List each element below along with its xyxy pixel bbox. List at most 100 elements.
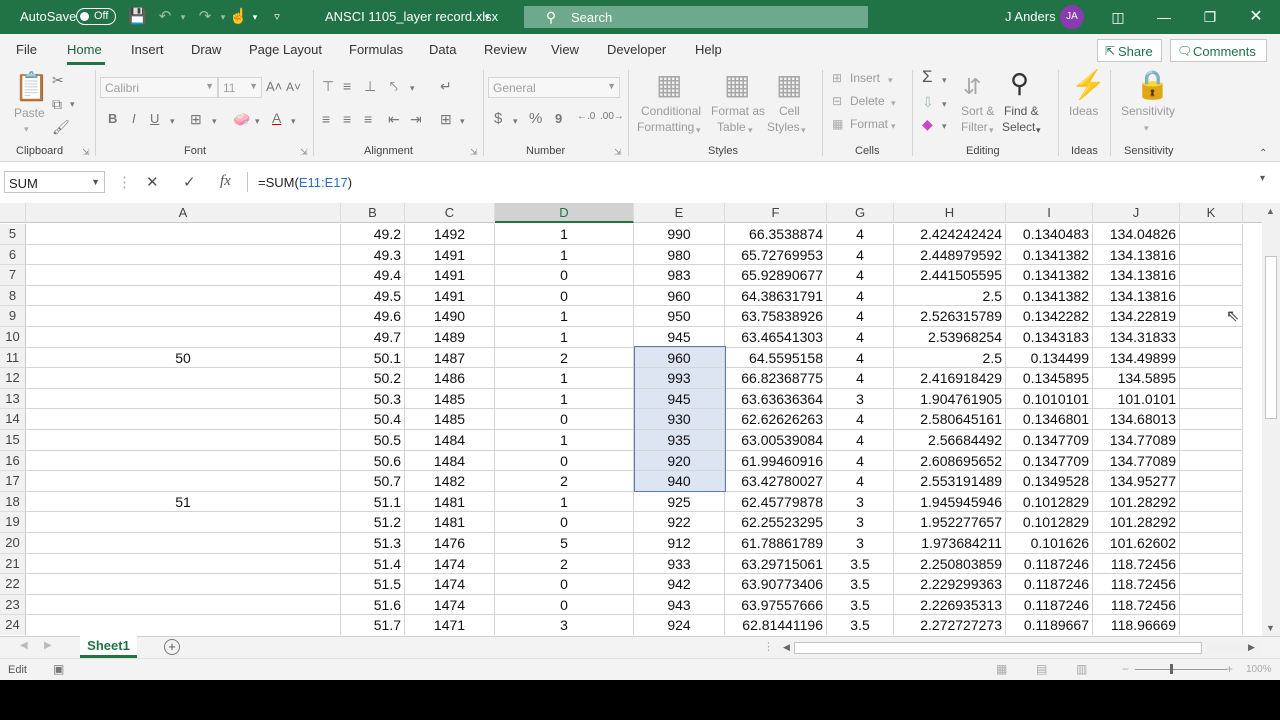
cell-g10[interactable]: 4 <box>827 327 894 348</box>
column-header-i[interactable]: I <box>1006 203 1093 223</box>
cell-k7[interactable] <box>1180 265 1243 286</box>
touch-mode-dropdown-icon[interactable]: ▾ <box>246 8 264 26</box>
cell-c12[interactable]: 1486 <box>405 368 495 389</box>
cell-a7[interactable] <box>26 265 341 286</box>
font-launcher-icon[interactable]: ⇲ <box>300 147 308 158</box>
fill-dropdown-icon[interactable]: ▾ <box>942 96 947 112</box>
customize-toolbar-icon[interactable]: ▿ <box>268 8 286 26</box>
orientation-dropdown-icon[interactable]: ▾ <box>410 80 415 96</box>
cell-k6[interactable] <box>1180 244 1243 266</box>
cell-k14[interactable] <box>1180 409 1243 430</box>
cell-b10[interactable]: 49.7 <box>341 327 405 348</box>
cell-b15[interactable]: 50.5 <box>341 430 405 451</box>
redo-icon[interactable]: ↷ <box>196 8 214 26</box>
wrap-text-icon[interactable]: ↵ <box>440 78 452 94</box>
cell-b14[interactable]: 50.4 <box>341 409 405 430</box>
orientation-icon[interactable]: ⤣ <box>390 78 398 94</box>
cell-i7[interactable]: 0.1341382 <box>1006 265 1093 286</box>
cell-h15[interactable]: 2.56684492 <box>894 430 1006 451</box>
italic-icon[interactable]: I <box>132 111 136 127</box>
cell-e9[interactable]: 950 <box>634 306 725 327</box>
cell-k20[interactable] <box>1180 533 1243 554</box>
restore-icon[interactable]: ❐ <box>1198 6 1222 28</box>
cell-k19[interactable] <box>1180 512 1243 533</box>
cell-j10[interactable]: 134.31833 <box>1093 327 1180 348</box>
copy-icon[interactable]: ⧉ <box>52 96 62 112</box>
cell-e14[interactable]: 930 <box>634 409 725 430</box>
cell-b19[interactable]: 51.2 <box>341 512 405 533</box>
column-header-a[interactable]: A <box>26 203 341 223</box>
cell-b12[interactable]: 50.2 <box>341 368 405 389</box>
chevron-down-icon[interactable]: ▾ <box>1144 120 1149 136</box>
sort-filter-icon[interactable]: ⇵ <box>963 72 981 102</box>
currency-dropdown-icon[interactable]: ▾ <box>513 113 518 129</box>
cell-f21[interactable]: 63.29715061 <box>725 553 827 575</box>
cell-h17[interactable]: 2.553191489 <box>894 471 1006 492</box>
vertical-scroll-thumb[interactable] <box>1265 256 1277 419</box>
cell-d9[interactable]: 1 <box>495 306 634 327</box>
paste-icon[interactable]: 📋 <box>14 72 49 102</box>
cell-c23[interactable]: 1474 <box>405 594 495 616</box>
column-header-j[interactable]: J <box>1093 203 1180 223</box>
cell-a13[interactable] <box>26 388 341 410</box>
cell-a23[interactable] <box>26 594 341 616</box>
cell-f20[interactable]: 61.78861789 <box>725 533 827 554</box>
cell-c18[interactable]: 1481 <box>405 491 495 513</box>
cell-e10[interactable]: 945 <box>634 327 725 348</box>
tab-help[interactable]: Help <box>695 42 722 57</box>
bottom-align-icon[interactable]: ⊥ <box>364 78 376 94</box>
increase-font-icon[interactable]: A˄ <box>266 79 282 95</box>
cell-i19[interactable]: 0.1012829 <box>1006 512 1093 533</box>
spreadsheet-grid[interactable]: ABCDEFGHIJK 5 49.2 1492 1 990 66.3538874 4 2.42… <box>0 203 1262 635</box>
cell-d23[interactable]: 0 <box>495 594 634 616</box>
insert-cells-icon[interactable]: ⊞ <box>832 70 842 86</box>
cell-i5[interactable]: 0.1340483 <box>1006 224 1093 245</box>
cell-d22[interactable]: 0 <box>495 574 634 595</box>
cell-a11[interactable]: 50 <box>26 347 341 369</box>
increase-indent-icon[interactable]: ⇥ <box>410 111 422 127</box>
cell-g23[interactable]: 3.5 <box>827 594 894 616</box>
underline-icon[interactable]: U <box>150 111 159 127</box>
cell-styles-label-2[interactable]: Styles <box>767 120 800 134</box>
cell-f8[interactable]: 64.38631791 <box>725 285 827 307</box>
cell-i11[interactable]: 0.134499 <box>1006 347 1093 369</box>
cell-d5[interactable]: 1 <box>495 224 634 245</box>
sort-filter-label-1[interactable]: Sort & <box>961 104 994 118</box>
cell-b22[interactable]: 51.5 <box>341 574 405 595</box>
conditional-formatting-label-2[interactable]: Formatting <box>637 120 694 134</box>
cell-g19[interactable]: 3 <box>827 512 894 533</box>
cell-k10[interactable] <box>1180 327 1243 348</box>
cell-e18[interactable]: 925 <box>634 491 725 513</box>
row-header[interactable]: 6 <box>0 244 26 266</box>
number-launcher-icon[interactable]: ⇲ <box>614 147 622 158</box>
cell-c10[interactable]: 1489 <box>405 327 495 348</box>
document-title[interactable]: ANSCI 1105_layer record.xlsx <box>325 9 498 24</box>
cell-g15[interactable]: 4 <box>827 430 894 451</box>
cell-g16[interactable]: 4 <box>827 450 894 472</box>
cell-a8[interactable] <box>26 285 341 307</box>
cell-f16[interactable]: 61.99460916 <box>725 450 827 472</box>
cell-k8[interactable] <box>1180 285 1243 307</box>
cell-b23[interactable]: 51.6 <box>341 594 405 616</box>
cell-a20[interactable] <box>26 533 341 554</box>
cell-c17[interactable]: 1482 <box>405 471 495 492</box>
title-dropdown-icon[interactable]: ▾ <box>478 8 496 26</box>
fill-color-dropdown-icon[interactable]: ▾ <box>255 113 260 129</box>
cell-e21[interactable]: 933 <box>634 553 725 575</box>
clear-dropdown-icon[interactable]: ▾ <box>942 118 947 134</box>
cell-e7[interactable]: 983 <box>634 265 725 286</box>
cell-d13[interactable]: 1 <box>495 388 634 410</box>
row-header[interactable]: 22 <box>0 574 26 595</box>
zoom-level[interactable]: 100% <box>1246 664 1272 675</box>
cell-h10[interactable]: 2.53968254 <box>894 327 1006 348</box>
tab-view[interactable]: View <box>551 42 579 57</box>
autosum-icon[interactable]: Σ <box>922 68 933 85</box>
cell-f14[interactable]: 62.62626263 <box>725 409 827 430</box>
row-header[interactable]: 7 <box>0 265 26 286</box>
collapse-ribbon-icon[interactable]: ⌃ <box>1259 146 1267 162</box>
chevron-down-icon[interactable]: ▾ <box>748 122 753 138</box>
cell-j20[interactable]: 101.62602 <box>1093 533 1180 554</box>
cell-a16[interactable] <box>26 450 341 472</box>
paste-dropdown-icon[interactable]: ▾ <box>24 121 29 137</box>
prev-sheet-icon[interactable]: ◀ <box>20 640 28 651</box>
